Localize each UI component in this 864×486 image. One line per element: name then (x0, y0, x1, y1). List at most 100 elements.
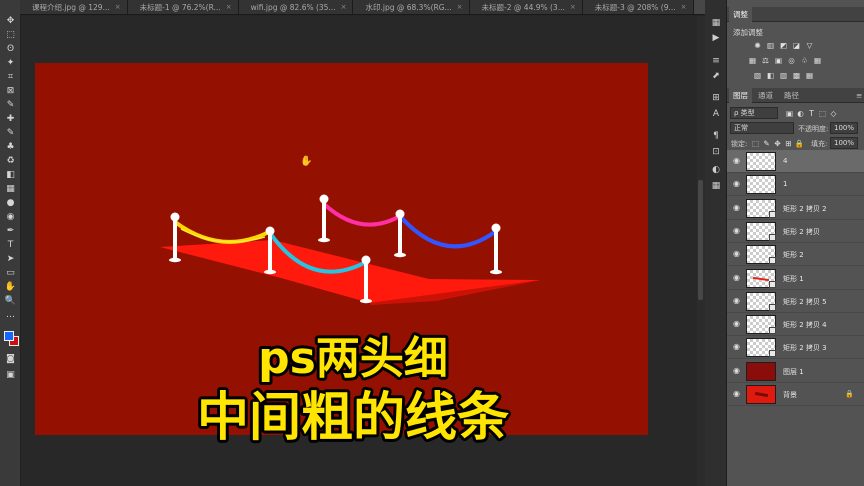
character-icon[interactable]: A (710, 108, 722, 120)
play-icon[interactable]: ▶ (710, 32, 722, 44)
adjustment-row3-4-icon[interactable]: ▩ (792, 71, 801, 80)
magic-wand-tool-icon[interactable]: ✦ (3, 57, 18, 69)
adjustment-row3-5-icon[interactable]: ▦ (805, 71, 814, 80)
layer-name[interactable]: 矩形 2 拷贝 4 (783, 320, 827, 330)
foreground-color-swatch[interactable] (4, 331, 14, 341)
blend-mode-select[interactable]: 正常 (730, 122, 794, 134)
eraser-tool-icon[interactable]: ◧ (3, 169, 18, 181)
document-tab[interactable]: 路径.jpg @ 111% (4, RGB/8#) *× (693, 0, 705, 14)
frame-tool-icon[interactable]: ⊠ (3, 85, 18, 97)
document-canvas[interactable]: ✋ ps两头细 中间粗的线条 (21, 16, 698, 486)
brush-settings-icon[interactable]: ≡ (710, 55, 722, 67)
panel-menu-icon[interactable]: ≡ (852, 88, 864, 103)
layer-name[interactable]: 1 (783, 180, 787, 188)
layer-filter-4-icon[interactable]: ⬚ (818, 109, 827, 118)
layer-row[interactable]: ◉ 矩形 2 (727, 243, 864, 267)
document-tab[interactable]: 未标题-3 @ 208% (9... × (582, 0, 694, 14)
tab-adjustments[interactable]: 调整 (729, 7, 752, 22)
adjustment-row2-4-icon[interactable]: ◎ (787, 56, 796, 65)
tab-paths[interactable]: 路径 (780, 88, 803, 103)
tab-channels[interactable]: 通道 (754, 88, 777, 103)
close-tab-icon[interactable]: × (115, 0, 121, 14)
adjustment-row1-3-icon[interactable]: ◩ (779, 41, 788, 50)
adjustment-row2-1-icon[interactable]: ▦ (748, 56, 757, 65)
lock-option-3-icon[interactable]: ✥ (773, 139, 782, 148)
adjustment-row2-2-icon[interactable]: ⚖ (761, 56, 770, 65)
layer-row[interactable]: ◉ 矩形 2 拷贝 4 (727, 313, 864, 337)
lock-option-4-icon[interactable]: ⊞ (784, 139, 793, 148)
adjustment-row3-3-icon[interactable]: ▨ (779, 71, 788, 80)
visibility-eye-icon[interactable]: ◉ (732, 203, 741, 212)
quick-mask-icon[interactable]: ◙ (3, 353, 18, 365)
move-tool-icon[interactable]: ✥ (3, 15, 18, 27)
blur-tool-icon[interactable]: ● (3, 197, 18, 209)
close-tab-icon[interactable]: × (681, 0, 687, 14)
visibility-eye-icon[interactable]: ◉ (732, 390, 741, 398)
visibility-eye-icon[interactable]: ◉ (732, 250, 741, 258)
type-tool-icon[interactable]: T (3, 239, 18, 251)
adjustment-row1-1-icon[interactable]: ✺ (753, 41, 762, 50)
canvas-workspace[interactable]: ✋ ps两头细 中间粗的线条 (21, 16, 698, 486)
scrollbar-thumb[interactable] (698, 180, 703, 300)
adjustment-row3-1-icon[interactable]: ▧ (753, 71, 762, 80)
visibility-eye-icon[interactable]: ◉ (732, 226, 741, 235)
layer-filter-5-icon[interactable]: ◇ (829, 109, 838, 118)
history-brush-icon[interactable]: ♻ (3, 155, 18, 167)
zoom-tool-icon[interactable]: 🔍 (3, 295, 18, 307)
close-tab-icon[interactable]: × (570, 0, 576, 14)
adjustment-row2-5-icon[interactable]: ♧ (800, 56, 809, 65)
history-icon[interactable]: ▦ (710, 17, 722, 29)
visibility-eye-icon[interactable]: ◉ (732, 320, 741, 328)
dodge-tool-icon[interactable]: ◉ (3, 211, 18, 223)
layer-name[interactable]: 矩形 2 拷贝 (783, 227, 820, 237)
layer-name[interactable]: 矩形 1 (783, 274, 804, 284)
paragraph-icon[interactable]: ¶ (710, 130, 722, 142)
adjustment-row2-6-icon[interactable]: ▦ (813, 56, 822, 65)
glyphs-icon[interactable]: ⊡ (710, 146, 722, 158)
layer-row[interactable]: ◉ 背景 🔒 (727, 383, 864, 406)
lasso-tool-icon[interactable]: ʘ (3, 43, 18, 55)
lock-option-1-icon[interactable]: ⬚ (751, 139, 760, 148)
healing-brush-icon[interactable]: ✚ (3, 113, 18, 125)
adjustment-row1-5-icon[interactable]: ▽ (805, 41, 814, 50)
path-selection-icon[interactable]: ➤ (3, 253, 18, 265)
color-icon[interactable]: ◐ (710, 164, 722, 176)
layer-row[interactable]: ◉ 图层 1 (727, 360, 864, 383)
visibility-eye-icon[interactable]: ◉ (732, 296, 741, 305)
layer-row[interactable]: ◉ 矩形 1 (727, 267, 864, 290)
eyedropper-tool-icon[interactable]: ✎ (3, 99, 18, 111)
paths-icon[interactable]: ⊞ (710, 92, 722, 104)
marquee-tool-icon[interactable]: ⬚ (3, 29, 18, 41)
close-tab-icon[interactable]: × (226, 0, 232, 14)
lock-option-5-icon[interactable]: 🔒 (795, 139, 804, 148)
rectangle-tool-icon[interactable]: ▭ (3, 267, 18, 279)
visibility-eye-icon[interactable]: ◉ (732, 343, 741, 351)
close-tab-icon[interactable]: × (341, 0, 347, 14)
layer-name[interactable]: 矩形 2 拷贝 5 (783, 297, 827, 307)
swatches-icon[interactable]: ▦ (710, 180, 722, 192)
layer-filter-2-icon[interactable]: ◐ (796, 109, 805, 118)
layer-name[interactable]: 矩形 2 (783, 250, 804, 260)
stamp-tool-icon[interactable]: ♣ (3, 141, 18, 153)
visibility-eye-icon[interactable]: ◉ (732, 180, 741, 188)
layer-row[interactable]: ◉ 1 (727, 173, 864, 197)
layer-name[interactable]: 矩形 2 拷贝 2 (783, 204, 827, 214)
layer-row[interactable]: ◉ 矩形 2 拷贝 3 (727, 336, 864, 360)
document-tab[interactable]: 课程介绍.jpg @ 129... × (20, 0, 128, 14)
close-tab-icon[interactable]: × (457, 0, 463, 14)
adjustment-row3-2-icon[interactable]: ◧ (766, 71, 775, 80)
hand-tool-icon[interactable]: ✋ (3, 281, 18, 293)
adjustment-row2-3-icon[interactable]: ▣ (774, 56, 783, 65)
layer-name[interactable]: 4 (783, 157, 787, 165)
opacity-input[interactable]: 100% (830, 122, 858, 134)
tab-layers[interactable]: 图层 (729, 88, 752, 103)
document-tab[interactable]: 未标题-2 @ 44.9% (3... × (469, 0, 583, 14)
layer-name[interactable]: 矩形 2 拷贝 3 (783, 343, 827, 353)
layer-filter-3-icon[interactable]: T (807, 109, 816, 118)
visibility-eye-icon[interactable]: ◉ (732, 273, 741, 282)
visibility-eye-icon[interactable]: ◉ (732, 157, 741, 165)
layer-filter-1-icon[interactable]: ▣ (785, 109, 794, 118)
layer-row[interactable]: ◉ 矩形 2 拷贝 2 (727, 197, 864, 220)
screen-mode-icon[interactable]: ▣ (3, 369, 18, 381)
more-tools-icon[interactable]: … (3, 309, 18, 321)
